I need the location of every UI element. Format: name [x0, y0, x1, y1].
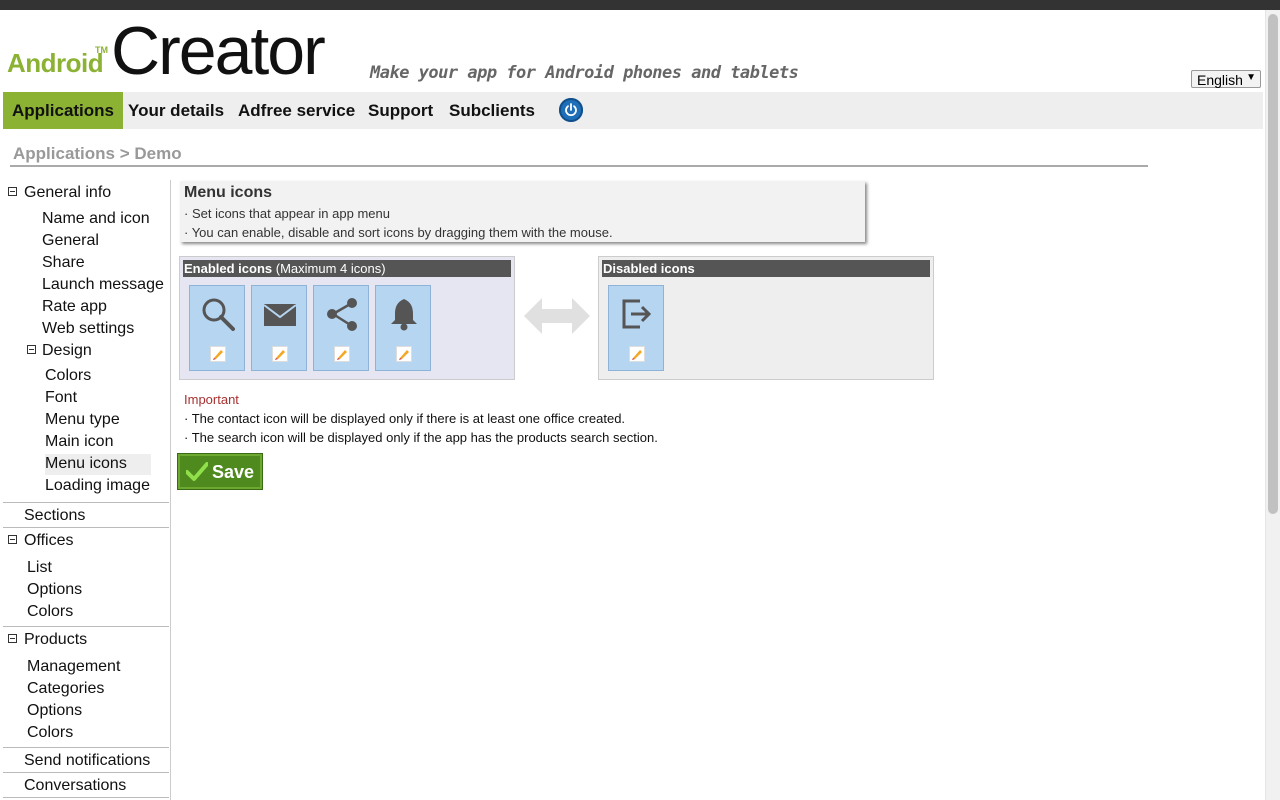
sidebar-item-share[interactable]: Share	[42, 254, 85, 272]
share-icon	[327, 298, 357, 331]
main-nav: Applications Your details Adfree service…	[3, 92, 1263, 129]
nav-your-details[interactable]: Your details	[128, 92, 224, 129]
menu-icon-tile[interactable]	[375, 285, 431, 371]
sidebar-item-launch-message[interactable]: Launch message	[42, 276, 164, 294]
chevron-down-icon: ▼	[1246, 72, 1256, 83]
enabled-icons-panel[interactable]: Enabled icons (Maximum 4 icons)	[179, 256, 515, 380]
edit-icon[interactable]	[272, 346, 288, 362]
disabled-icons-title: Disabled icons	[603, 261, 695, 276]
top-bar	[0, 0, 1280, 10]
sidebar-divider	[3, 527, 169, 528]
sidebar-item-products-colors[interactable]: Colors	[27, 724, 73, 742]
disabled-icons-header: Disabled icons	[602, 260, 930, 277]
save-button-label: Save	[212, 462, 255, 482]
menu-icon-tile[interactable]	[608, 285, 664, 371]
sidebar-item-loading-image[interactable]: Loading image	[45, 477, 150, 495]
sidebar-divider	[3, 797, 169, 798]
logo-trademark: TM	[95, 45, 108, 55]
sidebar-item-name-and-icon[interactable]: Name and icon	[42, 210, 150, 228]
menu-icon-tile[interactable]	[189, 285, 245, 371]
sidebar-item-menu-type[interactable]: Menu type	[45, 411, 120, 429]
search-icon	[202, 298, 235, 331]
sidebar-item-products-management[interactable]: Management	[27, 658, 120, 676]
sidebar-item-conversations[interactable]: Conversations	[24, 777, 126, 795]
section-title: Menu icons	[184, 184, 273, 201]
collapse-icon[interactable]	[8, 535, 17, 544]
sidebar-item-colors[interactable]: Colors	[45, 367, 91, 385]
mail-icon	[263, 304, 297, 326]
page-scrollbar[interactable]	[1265, 10, 1280, 800]
edit-icon[interactable]	[629, 346, 645, 362]
nav-applications[interactable]: Applications	[3, 92, 124, 129]
sidebar-item-rate-app[interactable]: Rate app	[42, 298, 107, 316]
nav-adfree-service[interactable]: Adfree service	[238, 92, 355, 129]
sidebar-item-main-icon[interactable]: Main icon	[45, 433, 113, 451]
tagline: Make your app for Android phones and tab…	[370, 63, 799, 83]
important-note: · The search icon will be displayed only…	[184, 430, 658, 445]
sidebar-divider	[3, 502, 169, 503]
logo-android-text: Android	[7, 48, 104, 78]
edit-icon[interactable]	[210, 346, 226, 362]
collapse-icon[interactable]	[27, 345, 36, 354]
checkmark-icon	[186, 462, 208, 481]
nav-support[interactable]: Support	[368, 92, 433, 129]
sidebar-item-design[interactable]: Design	[42, 342, 92, 360]
collapse-icon[interactable]	[8, 187, 17, 196]
enabled-icons-header: Enabled icons (Maximum 4 icons)	[183, 260, 511, 277]
sidebar-item-sections[interactable]: Sections	[24, 507, 85, 525]
enabled-icons-title: Enabled icons	[184, 261, 273, 276]
collapse-icon[interactable]	[8, 634, 17, 643]
swap-arrow-icon	[524, 298, 590, 334]
menu-icon-tile[interactable]	[251, 285, 307, 371]
info-line: · You can enable, disable and sort icons…	[184, 225, 613, 240]
edit-icon[interactable]	[396, 346, 412, 362]
sidebar-item-font[interactable]: Font	[45, 389, 77, 407]
enabled-icons-subtitle: (Maximum 4 icons)	[275, 261, 386, 276]
info-box: Menu icons · Set icons that appear in ap…	[180, 181, 865, 242]
sidebar-item-products-options[interactable]: Options	[27, 702, 82, 720]
sidebar-item-offices-list[interactable]: List	[27, 559, 52, 577]
logo-creator-text: Creator	[111, 13, 326, 89]
sidebar-item-menu-icons[interactable]: Menu icons	[45, 454, 151, 475]
sidebar-item-general-info[interactable]: General info	[24, 184, 111, 202]
breadcrumb-divider	[10, 165, 1148, 167]
language-select[interactable]: English ▼	[1191, 70, 1261, 88]
sidebar-item-offices[interactable]: Offices	[24, 532, 74, 550]
sidebar-divider	[3, 626, 169, 627]
important-note: · The contact icon will be displayed onl…	[184, 411, 626, 426]
save-button[interactable]: Save	[177, 453, 263, 490]
breadcrumb: Applications > Demo	[13, 144, 182, 163]
power-icon[interactable]	[559, 98, 583, 122]
menu-icon-tile[interactable]	[313, 285, 369, 371]
sidebar-item-products[interactable]: Products	[24, 631, 87, 649]
sidebar-item-products-categories[interactable]: Categories	[27, 680, 104, 698]
important-title: Important	[184, 392, 239, 407]
nav-subclients[interactable]: Subclients	[449, 92, 535, 129]
sidebar-item-general[interactable]: General	[42, 232, 99, 250]
info-line: · Set icons that appear in app menu	[184, 206, 390, 221]
language-select-value: English	[1197, 72, 1243, 88]
disabled-icons-panel[interactable]: Disabled icons	[598, 256, 934, 380]
scrollbar-thumb[interactable]	[1268, 14, 1278, 514]
sidebar-item-offices-colors[interactable]: Colors	[27, 603, 73, 621]
sidebar-item-web-settings[interactable]: Web settings	[42, 320, 134, 338]
sidebar: General info Name and icon General Share…	[3, 180, 171, 800]
edit-icon[interactable]	[334, 346, 350, 362]
bell-icon	[391, 299, 417, 331]
sidebar-divider	[3, 747, 169, 748]
sidebar-item-offices-options[interactable]: Options	[27, 581, 82, 599]
sidebar-divider	[3, 772, 169, 773]
sidebar-item-send-notifications[interactable]: Send notifications	[24, 752, 150, 770]
exit-icon	[622, 299, 652, 329]
